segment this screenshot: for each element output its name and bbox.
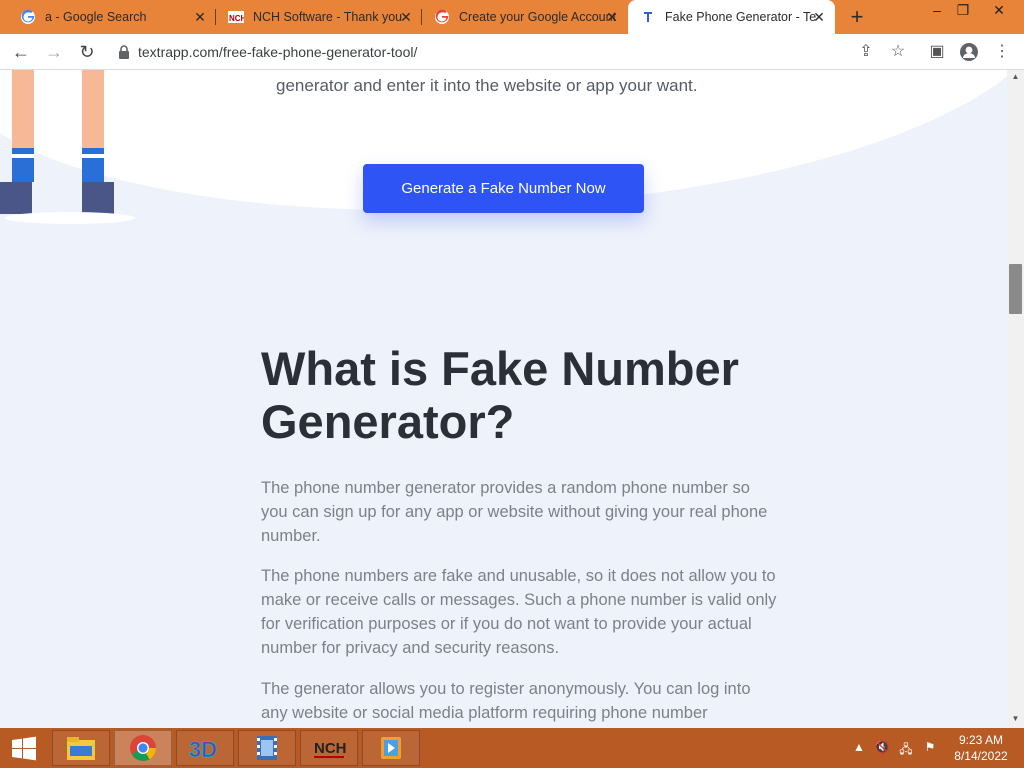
file-explorer-icon bbox=[67, 737, 95, 760]
network-icon[interactable]: 🖧 bbox=[898, 740, 914, 756]
section-heading: What is Fake Number Generator? bbox=[261, 342, 739, 448]
page-viewport: generator and enter it into the website … bbox=[0, 70, 1007, 728]
generate-number-button[interactable]: Generate a Fake Number Now bbox=[363, 164, 644, 213]
paragraph: The generator allows you to register ano… bbox=[261, 680, 751, 722]
more-menu-icon[interactable]: ⋮ bbox=[991, 42, 1013, 62]
close-window-icon[interactable]: ✕ bbox=[984, 0, 1014, 20]
url-text: textrapp.com/free-fake-phone-generator-t… bbox=[138, 44, 418, 60]
nch-software-icon: NCH bbox=[314, 740, 347, 758]
tab-title: Fake Phone Generator - Te bbox=[665, 10, 817, 24]
windows-start-icon[interactable] bbox=[0, 728, 48, 768]
tab-title: NCH Software - Thank you bbox=[253, 10, 403, 24]
forward-icon[interactable]: → bbox=[42, 41, 66, 63]
clock-time: 9:23 AM bbox=[958, 733, 1004, 747]
bookmark-star-icon[interactable]: ☆ bbox=[887, 42, 909, 62]
google-icon bbox=[21, 9, 35, 24]
new-tab-button[interactable]: + bbox=[845, 5, 869, 29]
restore-icon[interactable]: ❐ bbox=[948, 0, 978, 20]
chrome-button[interactable] bbox=[114, 730, 172, 766]
nch-software-button[interactable]: NCH bbox=[300, 730, 358, 766]
svg-text:NCH: NCH bbox=[229, 14, 244, 23]
video-editor-button[interactable] bbox=[238, 730, 296, 766]
file-explorer-button[interactable] bbox=[52, 730, 110, 766]
close-tab-icon[interactable]: ✕ bbox=[192, 9, 208, 25]
media-player-button[interactable] bbox=[362, 730, 420, 766]
browser-toolbar: ← → ↻ textrapp.com/free-fake-phone-gener… bbox=[0, 34, 1024, 70]
tab-nch-software[interactable]: NCH NCH Software - Thank you ✕ bbox=[216, 0, 422, 34]
system-clock[interactable]: 9:23 AM 8/14/2022 bbox=[946, 732, 1016, 764]
vertical-scrollbar[interactable]: ▲ ▼ bbox=[1007, 70, 1024, 728]
volume-muted-icon[interactable]: 🔇 bbox=[874, 740, 890, 756]
tab-create-google-account[interactable]: Create your Google Account ✕ bbox=[422, 0, 628, 34]
close-tab-icon[interactable]: ✕ bbox=[398, 9, 414, 25]
media-player-icon bbox=[381, 737, 401, 759]
profile-avatar-icon[interactable] bbox=[958, 42, 980, 62]
paragraph: The phone number generator provides a ra… bbox=[261, 479, 768, 545]
3d-app-button[interactable]: 3D bbox=[176, 730, 234, 766]
textrapp-icon bbox=[644, 12, 652, 22]
tab-title: a - Google Search bbox=[45, 10, 147, 24]
action-center-flag-icon[interactable]: ⚑ bbox=[922, 740, 938, 756]
paragraph: The phone numbers are fake and unusable,… bbox=[261, 567, 777, 657]
lock-icon bbox=[119, 45, 129, 59]
nch-icon: NCH bbox=[228, 11, 244, 23]
svg-text:3D: 3D bbox=[189, 737, 217, 762]
close-tab-icon[interactable]: ✕ bbox=[811, 9, 827, 25]
close-tab-icon[interactable]: ✕ bbox=[604, 9, 620, 25]
3d-app-icon: 3D bbox=[189, 737, 218, 763]
scroll-thumb[interactable] bbox=[1009, 264, 1022, 314]
video-editor-icon bbox=[257, 736, 277, 760]
back-icon[interactable]: ← bbox=[9, 41, 33, 63]
side-panel-icon[interactable]: ▣ bbox=[926, 42, 948, 62]
show-hidden-icons[interactable]: ▲ bbox=[851, 740, 867, 756]
tab-google-search[interactable]: a - Google Search ✕ bbox=[8, 0, 216, 34]
scroll-down-icon[interactable]: ▼ bbox=[1007, 714, 1024, 726]
tab-fake-phone-generator[interactable]: Fake Phone Generator - Te ✕ bbox=[628, 0, 835, 34]
svg-text:NCH: NCH bbox=[314, 740, 347, 757]
google-icon bbox=[435, 9, 449, 24]
intro-text: generator and enter it into the website … bbox=[276, 76, 698, 95]
taskbar: 3D NCH ▲ 🔇 🖧 ⚑ 9:23 AM 8/14/2022 bbox=[0, 728, 1024, 768]
reload-icon[interactable]: ↻ bbox=[75, 41, 99, 63]
tab-title: Create your Google Account bbox=[459, 10, 617, 24]
scroll-up-icon[interactable]: ▲ bbox=[1007, 72, 1024, 84]
tab-strip: a - Google Search ✕ NCH NCH Software - T… bbox=[0, 0, 1024, 34]
share-icon[interactable]: ⇪ bbox=[855, 42, 877, 62]
clock-date: 8/14/2022 bbox=[954, 749, 1008, 763]
person-illustration bbox=[0, 70, 135, 224]
address-bar[interactable]: textrapp.com/free-fake-phone-generator-t… bbox=[108, 38, 844, 66]
chrome-icon bbox=[130, 735, 157, 761]
